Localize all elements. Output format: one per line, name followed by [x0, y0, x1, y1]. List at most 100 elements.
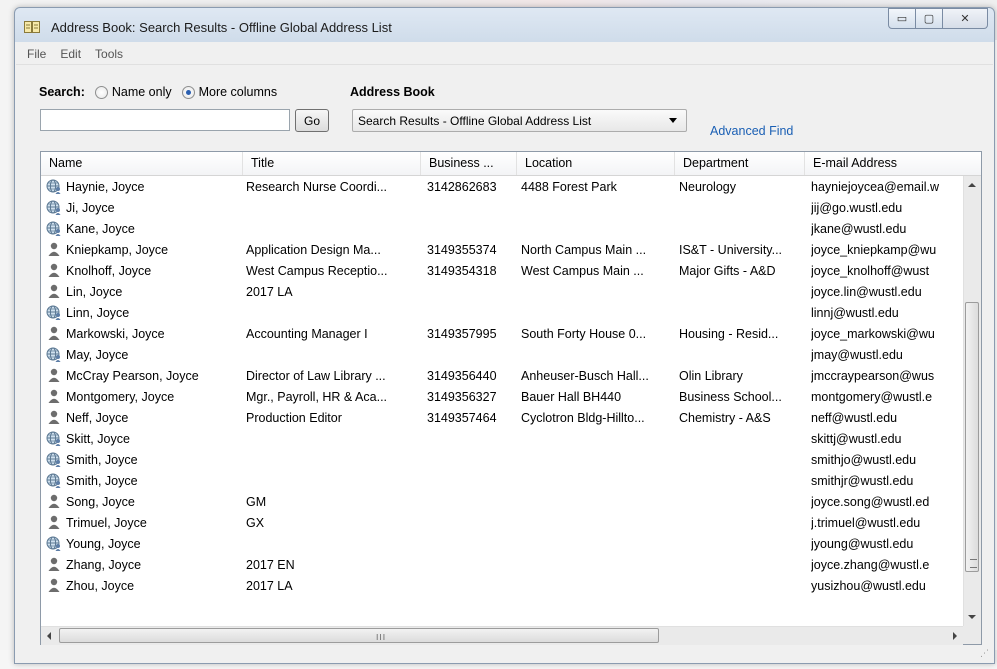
cell-location [521, 303, 677, 324]
cell-department: Neurology [679, 180, 736, 194]
table-row[interactable]: Trimuel, Joyce GX j.trimuel@wustl.edu [41, 513, 963, 534]
contact-name: Zhou, Joyce [66, 579, 135, 594]
cell-department: Housing - Resid... [679, 327, 779, 341]
contact-name: Montgomery, Joyce [66, 390, 175, 405]
cell-business-phone: 3149357464 [427, 411, 497, 425]
cell-email: joyce.song@wustl.ed [811, 495, 930, 509]
cell-name: May, Joyce [46, 345, 236, 366]
name-only-radio[interactable] [94, 85, 108, 99]
cell-name: Kane, Joyce [46, 219, 236, 240]
menu-edit[interactable]: Edit [53, 47, 88, 61]
cell-title: Research Nurse Coordi... [246, 180, 388, 194]
more-columns-radio[interactable] [181, 85, 195, 99]
cell-name: Linn, Joyce [46, 303, 236, 324]
table-row[interactable]: May, Joyce jmay@wustl.edu [41, 345, 963, 366]
name-only-label[interactable]: Name only [112, 85, 172, 99]
globe-contact-icon [46, 199, 62, 215]
cell-title: GX [246, 516, 265, 530]
table-row[interactable]: Smith, Joyce smithjo@wustl.edu [41, 450, 963, 471]
table-row[interactable]: Zhang, Joyce 2017 EN joyce.zhang@wustl.e [41, 555, 963, 576]
column-header-department[interactable]: Department [675, 152, 805, 175]
table-row[interactable]: Kane, Joyce jkane@wustl.edu [41, 219, 963, 240]
table-row[interactable]: Knolhoff, Joyce West Campus Receptio... 31… [41, 261, 963, 282]
vertical-scrollbar[interactable] [963, 176, 981, 626]
cell-location: West Campus Main ... [521, 264, 644, 278]
scroll-left-arrow-icon[interactable] [47, 632, 51, 640]
cell-department [679, 492, 809, 513]
table-row[interactable]: Smith, Joyce smithjr@wustl.edu [41, 471, 963, 492]
search-input[interactable] [40, 109, 290, 131]
table-row[interactable]: Lin, Joyce 2017 LA joyce.lin@wustl.edu [41, 282, 963, 303]
cell-business-phone [427, 513, 519, 534]
cell-email: jkane@wustl.edu [811, 222, 907, 236]
table-row[interactable]: Song, Joyce GM joyce.song@wustl.ed [41, 492, 963, 513]
person-icon [46, 514, 62, 530]
cell-business-phone [427, 534, 519, 555]
cell-email: neff@wustl.edu [811, 411, 898, 425]
cell-email: jmccraypearson@wus [811, 369, 935, 383]
menu-tools[interactable]: Tools [88, 47, 130, 61]
cell-business-phone: 3149357995 [427, 327, 497, 341]
cell-title [246, 429, 421, 450]
cell-name: Zhou, Joyce [46, 576, 236, 597]
menu-file[interactable]: File [16, 47, 53, 61]
person-icon [46, 577, 62, 593]
vertical-scroll-thumb[interactable] [965, 302, 979, 572]
column-header-location[interactable]: Location [517, 152, 675, 175]
table-row[interactable]: Young, Joyce jyoung@wustl.edu [41, 534, 963, 555]
cell-location: South Forty House 0... [521, 327, 647, 341]
title-bar[interactable]: Address Book: Search Results - Offline G… [15, 8, 994, 44]
table-row[interactable]: Neff, Joyce Production Editor 3149357464 Cy… [41, 408, 963, 429]
column-header-name[interactable]: Name [41, 152, 243, 175]
close-button[interactable]: ✕ [943, 8, 988, 29]
cell-title [246, 345, 421, 366]
more-columns-label[interactable]: More columns [199, 85, 278, 99]
table-row[interactable]: Ji, Joyce jij@go.wustl.edu [41, 198, 963, 219]
table-row[interactable]: McCray Pearson, Joyce Director of Law Lib… [41, 366, 963, 387]
cell-name: Montgomery, Joyce [46, 387, 236, 408]
scroll-right-arrow-icon[interactable] [953, 632, 957, 640]
results-list: Name Title Business ... Location Departm… [40, 151, 982, 645]
scroll-up-arrow-icon[interactable] [968, 183, 976, 187]
cell-business-phone: 3149356440 [427, 369, 497, 383]
cell-department: Business School... [679, 390, 782, 404]
close-icon: ✕ [960, 12, 970, 25]
contact-name: Knolhoff, Joyce [66, 264, 152, 279]
person-icon [46, 262, 62, 278]
table-row[interactable]: Montgomery, Joyce Mgr., Payroll, HR & Aca… [41, 387, 963, 408]
column-header-title[interactable]: Title [243, 152, 421, 175]
background-left-edge [0, 40, 14, 669]
cell-title: 2017 LA [246, 579, 293, 593]
address-book-dropdown[interactable]: Search Results - Offline Global Address … [352, 109, 687, 132]
table-row[interactable]: Linn, Joyce linnj@wustl.edu [41, 303, 963, 324]
cell-name: Neff, Joyce [46, 408, 236, 429]
cell-title: Director of Law Library ... [246, 369, 386, 383]
contact-name: Zhang, Joyce [66, 558, 142, 573]
cell-email: joyce_markowski@wu [811, 327, 935, 341]
resize-grip-icon[interactable]: ⋰ [980, 649, 989, 659]
cell-title: Application Design Ma... [246, 243, 381, 257]
table-row[interactable]: Skitt, Joyce skittj@wustl.edu [41, 429, 963, 450]
cell-title: Mgr., Payroll, HR & Aca... [246, 390, 388, 404]
minimize-button[interactable]: ▭ [888, 8, 916, 29]
go-button[interactable]: Go [295, 109, 329, 132]
globe-contact-icon [46, 535, 62, 551]
table-row[interactable]: Markowski, Joyce Accounting Manager I 3149… [41, 324, 963, 345]
table-row[interactable]: Haynie, Joyce Research Nurse Coordi... 314… [41, 177, 963, 198]
column-header-email[interactable]: E-mail Address [805, 152, 981, 175]
column-header-business-phone[interactable]: Business ... [421, 152, 517, 175]
maximize-button[interactable]: ▢ [916, 8, 943, 29]
horizontal-scroll-thumb[interactable]: III [59, 628, 659, 643]
address-book-window: Address Book: Search Results - Offline G… [14, 7, 995, 664]
globe-contact-icon [46, 472, 62, 488]
scroll-down-arrow-icon[interactable] [968, 615, 976, 619]
cell-location [521, 345, 677, 366]
horizontal-scrollbar[interactable]: III [41, 626, 963, 645]
table-row[interactable]: Zhou, Joyce 2017 LA yusizhou@wustl.edu [41, 576, 963, 597]
cell-title: West Campus Receptio... [246, 264, 388, 278]
advanced-find-link[interactable]: Advanced Find [710, 124, 793, 138]
cell-department: IS&T - University... [679, 243, 783, 257]
table-row[interactable]: Kniepkamp, Joyce Application Design Ma...… [41, 240, 963, 261]
cell-location [521, 429, 677, 450]
cell-department [679, 513, 809, 534]
